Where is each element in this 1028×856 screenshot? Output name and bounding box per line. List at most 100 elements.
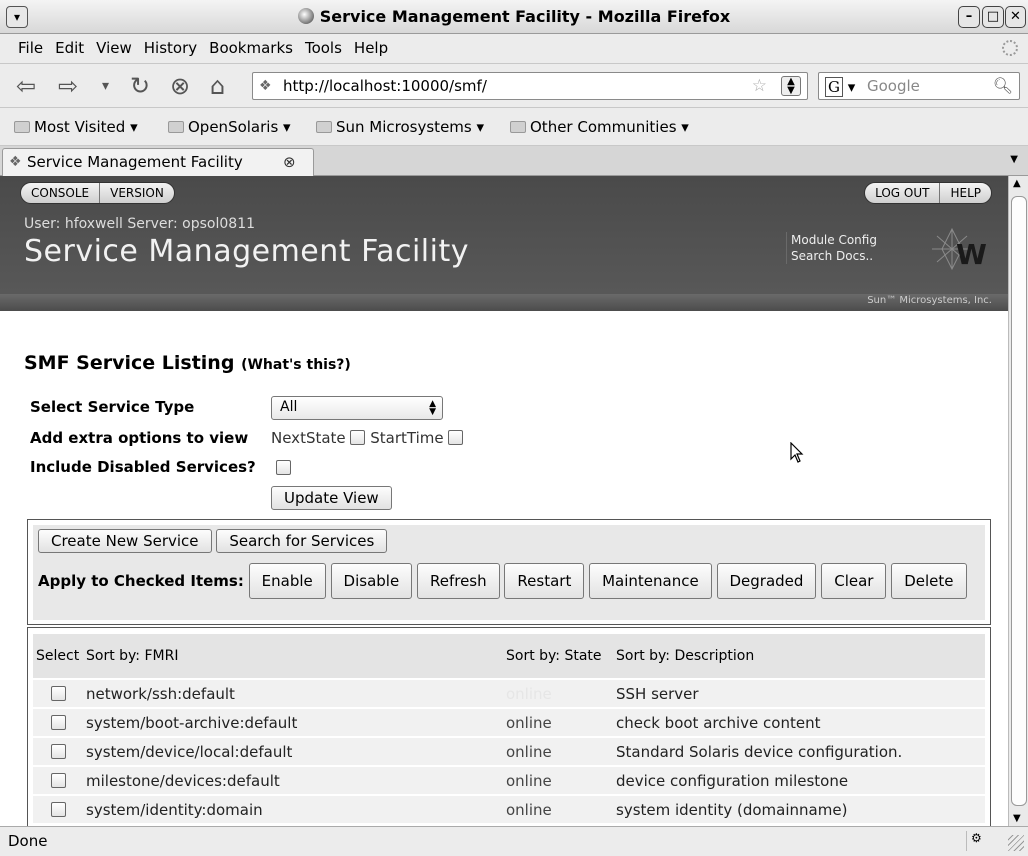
tab-bar: ❖ Service Management Facility ⊗ ▼ (0, 146, 1028, 176)
fmri-cell[interactable]: system/identity:domain (83, 796, 503, 823)
module-config-link[interactable]: Module Config (791, 232, 877, 248)
search-for-services-button[interactable]: Search for Services (216, 529, 388, 553)
bookmark-most-visited[interactable]: Most Visited ▾ (14, 118, 138, 136)
vertical-scrollbar[interactable]: ▲ ▼ (1008, 176, 1028, 826)
state-cell: online (503, 796, 613, 823)
tab-close-icon[interactable]: ⊗ (283, 153, 296, 171)
row-checkbox[interactable] (50, 743, 66, 759)
fmri-cell[interactable]: system/boot-archive:default (83, 709, 503, 736)
search-engine-icon[interactable]: G ▾ (825, 77, 855, 97)
row-select-cell (33, 796, 83, 823)
list-all-tabs-icon[interactable]: ▼ (1010, 154, 1018, 165)
reload-icon[interactable]: ↻ (130, 72, 150, 100)
minimize-button[interactable]: – (958, 6, 980, 28)
search-icon[interactable]: 🔍︎ (993, 76, 1013, 95)
stop-icon[interactable]: ⊗ (170, 72, 190, 100)
starttime-checkbox[interactable] (448, 430, 464, 445)
back-arrow-icon[interactable]: ⇦ (16, 72, 36, 100)
state-cell: online (503, 738, 613, 765)
row-select-cell (33, 709, 83, 736)
clear-button[interactable]: Clear (821, 563, 887, 599)
scroll-up-icon[interactable]: ▲ (1013, 178, 1021, 189)
history-dropdown-icon[interactable]: ▾ (102, 72, 109, 100)
bookmarks-toolbar: Most Visited ▾ OpenSolaris ▾ Sun Microsy… (0, 108, 1028, 146)
page-title-text: SMF Service Listing (24, 352, 235, 374)
extra-options: NextState StartTime (271, 429, 464, 447)
include-disabled-checkbox[interactable] (276, 460, 291, 475)
folder-icon (510, 121, 526, 133)
bookmark-opensolaris[interactable]: OpenSolaris ▾ (168, 118, 291, 136)
smf-header: CONSOLE VERSION LOG OUT HELP User: hfoxwel… (0, 176, 1008, 311)
tab-label[interactable]: Service Management Facility (27, 153, 243, 171)
row-checkbox[interactable] (50, 714, 66, 730)
logout-help-nav: LOG OUT HELP (864, 182, 992, 204)
scroll-down-icon[interactable]: ▼ (1013, 813, 1021, 824)
help-button[interactable]: HELP (939, 183, 991, 203)
service-type-select[interactable]: All ▲ ▼ (271, 396, 443, 420)
menu-history[interactable]: History (138, 34, 203, 57)
table-row: system/boot-archive:default online check… (33, 709, 985, 736)
nextstate-checkbox[interactable] (350, 430, 366, 445)
restart-button[interactable]: Restart (504, 563, 585, 599)
row-checkbox[interactable] (50, 685, 66, 701)
row-checkbox[interactable] (50, 801, 66, 817)
scroll-thumb[interactable] (1011, 196, 1027, 806)
table-header-row: Select Sort by: FMRI Sort by: State Sort… (33, 634, 985, 678)
version-button[interactable]: VERSION (99, 183, 174, 203)
row-checkbox[interactable] (50, 772, 66, 788)
menu-bar: File Edit View History Bookmarks Tools Help (0, 34, 1028, 64)
update-view-button[interactable]: Update View (271, 486, 392, 510)
firefox-icon (297, 8, 314, 24)
url-bar[interactable]: ❖ http://localhost:10000/smf/ ☆ ▲ ▼ (252, 72, 808, 100)
maximize-button[interactable]: □ (982, 6, 1004, 28)
sort-by-description-header[interactable]: Sort by: Description (613, 634, 985, 678)
menu-bookmarks[interactable]: Bookmarks (203, 34, 299, 57)
logout-button[interactable]: LOG OUT (865, 183, 939, 203)
bookmark-other-communities[interactable]: Other Communities ▾ (510, 118, 689, 136)
include-disabled-label: Include Disabled Services? (30, 458, 256, 476)
refresh-button[interactable]: Refresh (416, 563, 500, 599)
fmri-cell[interactable]: system/device/local:default (83, 738, 503, 765)
search-placeholder[interactable]: Google (867, 77, 920, 95)
page-viewport: CONSOLE VERSION LOG OUT HELP User: hfoxwel… (0, 176, 1008, 826)
close-window-button[interactable]: ✕ (1005, 6, 1026, 28)
sort-by-state-header[interactable]: Sort by: State (503, 634, 613, 678)
home-icon[interactable]: ⌂ (210, 72, 225, 100)
bookmark-sun-microsystems[interactable]: Sun Microsystems ▾ (316, 118, 484, 136)
url-text[interactable]: http://localhost:10000/smf/ (283, 77, 487, 95)
table-row: system/device/local:default online Stand… (33, 738, 985, 765)
menu-help[interactable]: Help (348, 34, 394, 57)
sort-by-fmri-header[interactable]: Sort by: FMRI (83, 634, 503, 678)
service-actions-row: Create New Service Search for Services (38, 529, 388, 553)
tab-service-management-facility[interactable]: ❖ Service Management Facility ⊗ (2, 148, 314, 176)
create-new-service-button[interactable]: Create New Service (38, 529, 212, 553)
app-title: Service Management Facility (24, 234, 469, 269)
status-plugin-icon[interactable]: ⚙ (966, 831, 986, 851)
fmri-cell[interactable]: network/ssh:default (83, 680, 503, 707)
menu-view[interactable]: View (90, 34, 138, 57)
menu-file[interactable]: File (0, 34, 49, 57)
throbber-icon (1002, 40, 1018, 56)
site-identity-icon: ❖ (259, 78, 272, 94)
forward-arrow-icon[interactable]: ⇨ (58, 72, 78, 100)
search-docs-link[interactable]: Search Docs.. (791, 248, 877, 264)
window-title-text: Service Management Facility - Mozilla Fi… (319, 7, 731, 26)
enable-button[interactable]: Enable (248, 563, 326, 599)
fmri-cell[interactable]: milestone/devices:default (83, 767, 503, 794)
menu-edit[interactable]: Edit (49, 34, 90, 57)
whats-this-link[interactable]: (What's this?) (241, 357, 351, 373)
delete-button[interactable]: Delete (891, 563, 967, 599)
search-bar[interactable]: G ▾ Google 🔍︎ (818, 72, 1020, 100)
state-cell: online (503, 767, 613, 794)
resize-grip-icon[interactable] (1008, 835, 1024, 851)
disable-button[interactable]: Disable (330, 563, 413, 599)
service-type-value[interactable]: All (280, 399, 297, 415)
table-row: network/ssh:default online SSH server (33, 680, 985, 707)
degraded-button[interactable]: Degraded (716, 563, 817, 599)
url-dropdown-icon[interactable]: ▲ ▼ (781, 76, 801, 96)
bookmark-star-icon[interactable]: ☆ (752, 76, 767, 96)
maintenance-button[interactable]: Maintenance (589, 563, 712, 599)
console-button[interactable]: CONSOLE (21, 183, 99, 203)
menu-tools[interactable]: Tools (299, 34, 348, 57)
status-text: Done (8, 832, 48, 850)
